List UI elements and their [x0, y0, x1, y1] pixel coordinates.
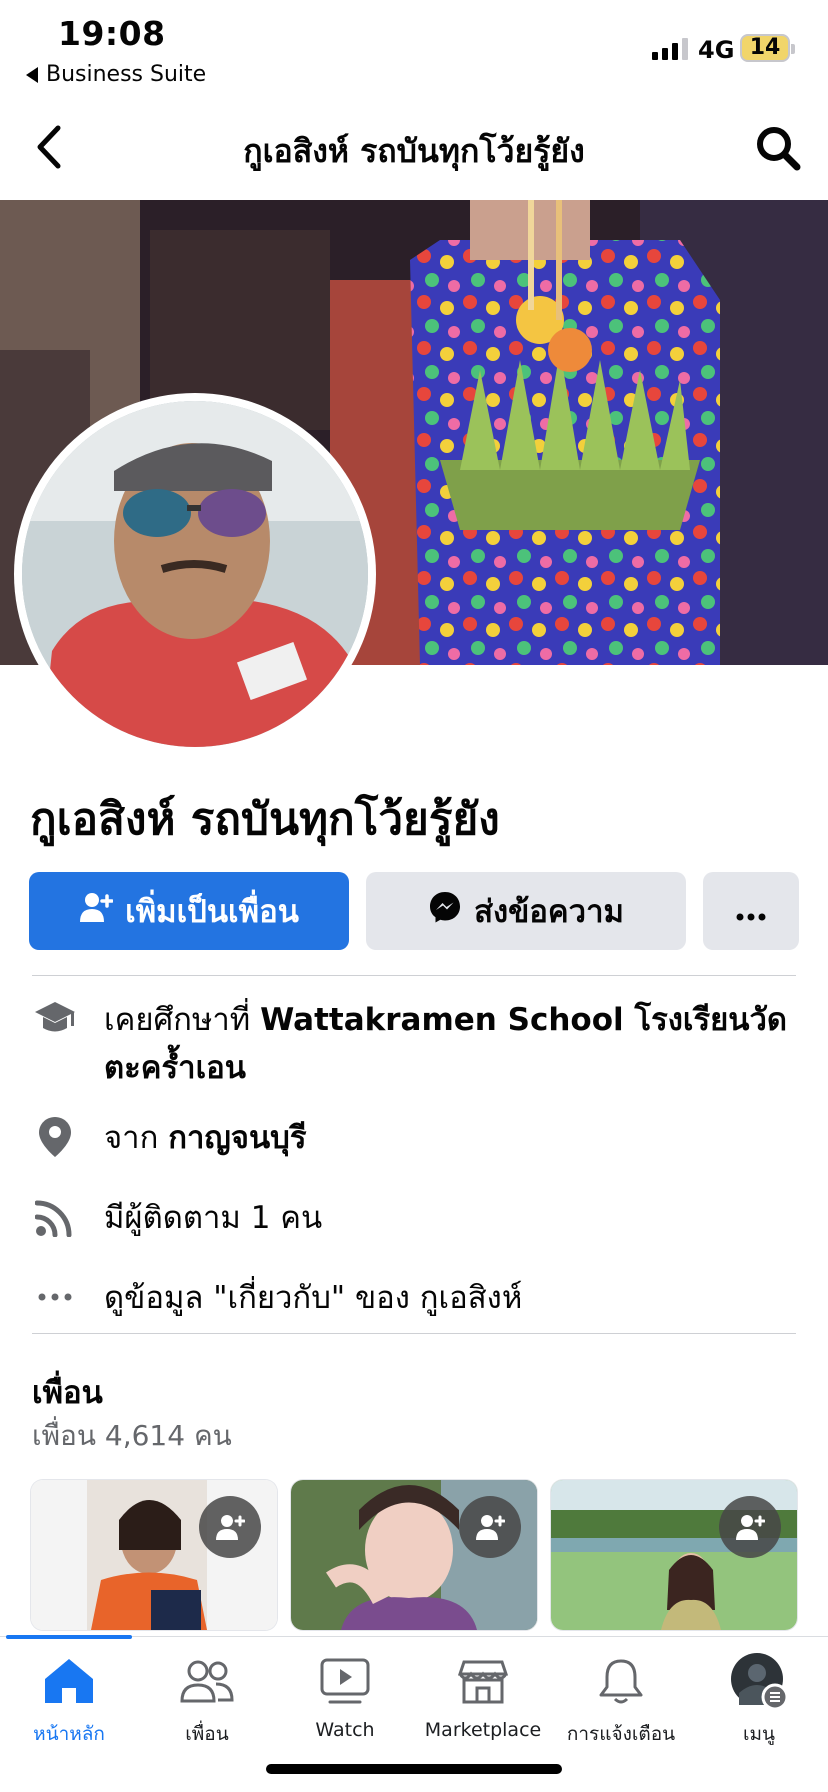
home-indicator[interactable]	[266, 1764, 562, 1774]
tab-notifications[interactable]: การแจ้งเตือน	[552, 1651, 690, 1749]
tab-friends[interactable]: เพื่อน	[138, 1651, 276, 1749]
chevron-left-icon[interactable]	[28, 120, 72, 174]
info-education-text: เคยศึกษาที่ Wattakramen School โรงเรียนว…	[104, 996, 802, 1092]
add-friend-label: เพิ่มเป็นเพื่อน	[125, 894, 299, 930]
message-label: ส่งข้อความ	[474, 894, 624, 930]
tab-menu[interactable]: เมนู	[690, 1651, 828, 1749]
page-title: กูเอสิงห์ รถบันทุกโว้ยรู้ยัง	[243, 132, 585, 170]
graduation-cap-icon	[32, 996, 78, 1042]
info-education: เคยศึกษาที่ Wattakramen School โรงเรียนว…	[32, 996, 802, 1092]
education-prefix: เคยศึกษาที่	[104, 1002, 261, 1038]
info-hometown-text: จาก กาญจนบุรี	[104, 1114, 306, 1162]
menu-avatar-icon	[729, 1651, 789, 1711]
profile-name: กูเอสิงห์ รถบันทุกโว้ยรู้ยัง	[30, 794, 500, 845]
divider	[32, 975, 796, 976]
battery-level: 14	[749, 35, 781, 60]
friends-section-title: เพื่อน	[32, 1375, 103, 1411]
friends-icon	[177, 1651, 237, 1711]
info-about-text: ดูข้อมูล "เกี่ยวกับ" ของ กูเอสิงห์	[104, 1280, 523, 1316]
friend-card[interactable]	[291, 1480, 537, 1630]
add-friend-icon[interactable]	[719, 1496, 781, 1558]
network-type: 4G	[698, 36, 735, 64]
more-horizontal-icon	[736, 893, 766, 929]
add-friend-icon[interactable]	[459, 1496, 521, 1558]
back-triangle-icon	[26, 66, 38, 83]
add-friend-button[interactable]: เพิ่มเป็นเพื่อน	[29, 872, 349, 950]
status-time: 19:08	[58, 14, 166, 53]
info-followers-text: มีผู้ติดตาม 1 คน	[104, 1200, 323, 1236]
add-friend-icon[interactable]	[199, 1496, 261, 1558]
status-bar: 19:08 Business Suite 4G 14	[0, 0, 828, 96]
location-pin-icon	[32, 1114, 78, 1160]
more-horizontal-icon	[32, 1274, 78, 1320]
signal-icon	[652, 38, 688, 60]
tab-marketplace[interactable]: Marketplace	[414, 1651, 552, 1741]
message-button[interactable]: ส่งข้อความ	[366, 872, 686, 950]
more-options-button[interactable]	[703, 872, 799, 950]
friend-card[interactable]	[31, 1480, 277, 1630]
tab-notifications-label: การแจ้งเตือน	[566, 1723, 676, 1745]
tab-watch[interactable]: Watch	[276, 1651, 414, 1741]
tab-home-label: หน้าหลัก	[33, 1723, 105, 1745]
watch-icon	[315, 1651, 375, 1711]
bell-icon	[591, 1651, 651, 1711]
marketplace-icon	[453, 1651, 513, 1711]
divider	[32, 1333, 796, 1334]
messenger-icon	[428, 890, 462, 932]
hometown-prefix: จาก	[104, 1120, 169, 1156]
info-hometown: จาก กาญจนบุรี	[32, 1114, 802, 1162]
battery-icon: 14	[740, 34, 795, 62]
avatar-photo	[22, 401, 368, 747]
friends-count[interactable]: เพื่อน 4,614 คน	[32, 1414, 232, 1458]
search-icon[interactable]	[754, 124, 802, 172]
nav-header: กูเอสิงห์ รถบันทุกโว้ยรู้ยัง	[0, 96, 828, 200]
tab-home[interactable]: หน้าหลัก	[0, 1651, 138, 1749]
tab-marketplace-label: Marketplace	[424, 1719, 542, 1741]
add-person-icon	[79, 890, 114, 932]
tab-friends-label: เพื่อน	[185, 1723, 229, 1745]
tab-menu-label: เมนู	[742, 1723, 775, 1745]
info-about-link[interactable]: ดูข้อมูล "เกี่ยวกับ" ของ กูเอสิงห์	[32, 1274, 802, 1322]
info-followers[interactable]: มีผู้ติดตาม 1 คน	[32, 1194, 802, 1242]
back-app-label: Business Suite	[46, 62, 207, 87]
profile-avatar[interactable]	[14, 393, 376, 755]
tab-watch-label: Watch	[315, 1719, 375, 1741]
active-tab-indicator	[6, 1635, 132, 1639]
back-to-app-link[interactable]: Business Suite	[26, 62, 206, 87]
home-icon	[39, 1651, 99, 1711]
friend-card[interactable]	[551, 1480, 797, 1630]
hometown-link[interactable]: กาญจนบุรี	[168, 1120, 306, 1156]
rss-feed-icon	[32, 1194, 78, 1240]
